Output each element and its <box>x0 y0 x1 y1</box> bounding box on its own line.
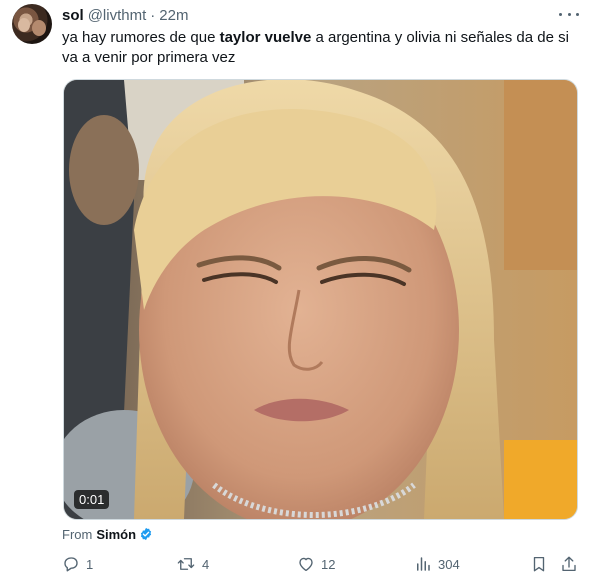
repost-button[interactable]: 4 <box>176 553 209 575</box>
share-button[interactable] <box>560 553 578 575</box>
reply-icon <box>62 555 80 573</box>
tweet-header: sol @livthmt · 22m <box>62 5 188 25</box>
timestamp[interactable]: 22m <box>159 7 188 24</box>
heart-icon <box>297 555 315 573</box>
repost-count: 4 <box>202 556 210 572</box>
bookmark-button[interactable] <box>530 553 548 575</box>
reply-count: 1 <box>86 556 94 572</box>
video-frame <box>64 80 577 519</box>
like-button[interactable]: 12 <box>297 553 335 575</box>
video-player[interactable]: 0:01 <box>63 79 578 520</box>
tweet[interactable]: sol @livthmt · 22m ya hay rumores de que… <box>0 0 593 579</box>
separator-dot: · <box>150 6 156 24</box>
reply-button[interactable]: 1 <box>62 553 93 575</box>
tweet-text: ya hay rumores de que taylor vuelve a ar… <box>62 28 587 68</box>
view-count: 304 <box>438 556 460 572</box>
bookmark-icon <box>530 555 548 573</box>
views-chart-icon <box>414 555 432 573</box>
share-icon <box>560 555 578 573</box>
avatar-photo-detail <box>18 18 30 32</box>
repost-icon <box>176 555 196 573</box>
avatar[interactable] <box>12 4 52 44</box>
source-name[interactable]: Simón <box>96 527 136 542</box>
video-duration: 0:01 <box>74 490 110 509</box>
like-count: 12 <box>321 556 336 572</box>
user-handle[interactable]: @livthmt <box>88 7 147 24</box>
action-bar: 1 4 12 304 <box>62 553 587 575</box>
avatar-photo-detail <box>32 20 46 36</box>
tweet-text-part: ya hay rumores de que <box>62 29 220 46</box>
display-name[interactable]: sol <box>62 7 84 24</box>
from-label: From <box>62 526 93 542</box>
tweet-text-bold: taylor vuelve <box>219 29 312 46</box>
more-horizontal-icon[interactable] <box>559 6 579 22</box>
source-attribution: From Simón <box>62 526 153 542</box>
views-button[interactable]: 304 <box>414 553 460 575</box>
verified-badge-icon <box>139 527 153 541</box>
